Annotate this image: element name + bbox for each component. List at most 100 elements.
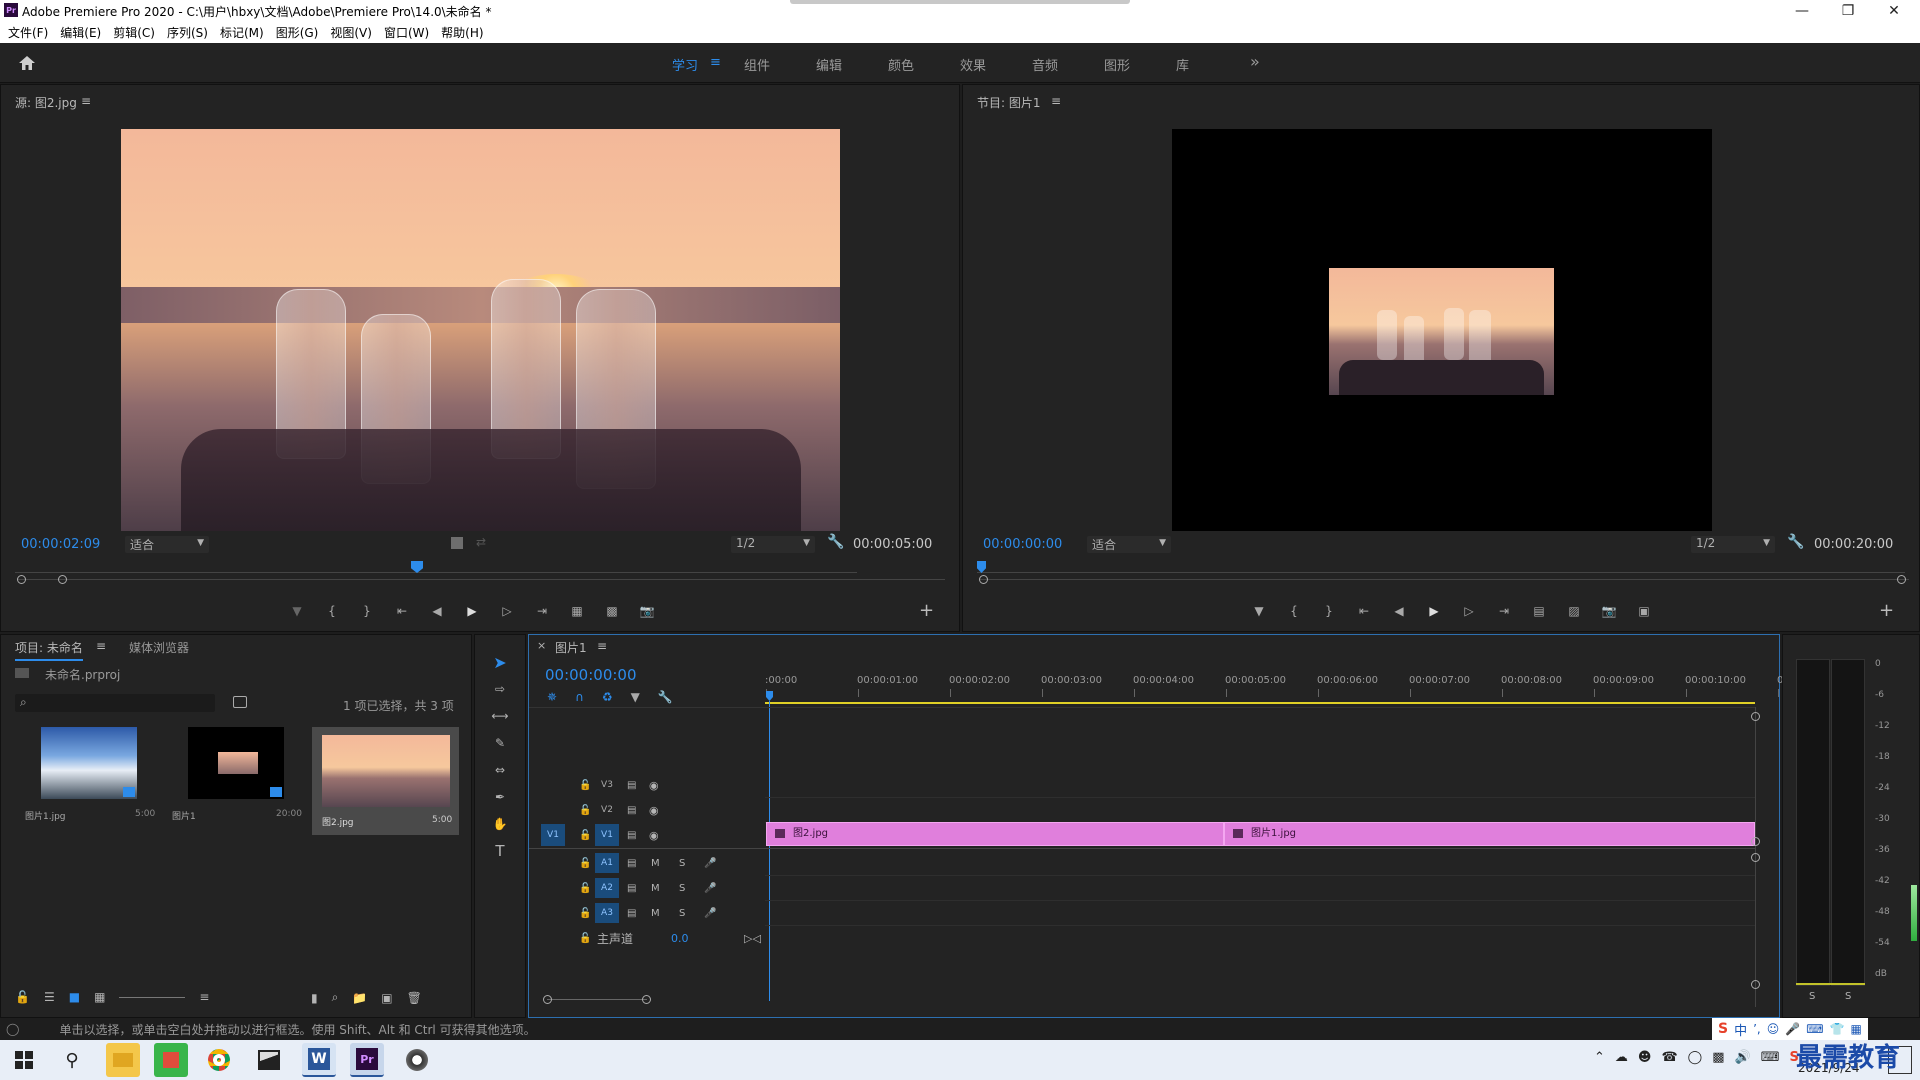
- source-resolution-dropdown[interactable]: 1/2 ▼: [731, 536, 815, 553]
- project-search-input[interactable]: [35, 695, 210, 711]
- selection-tool-icon[interactable]: ➤: [487, 651, 513, 673]
- timeline-clip[interactable]: 图2.jpg: [766, 822, 1224, 846]
- workspace-editing[interactable]: 编辑: [816, 55, 842, 74]
- lock-icon[interactable]: 🔓: [579, 883, 591, 894]
- network-icon[interactable]: ▩: [1712, 1050, 1724, 1065]
- track-select-tool-icon[interactable]: ⇨: [487, 678, 513, 700]
- horizontal-scrollbar[interactable]: [547, 999, 647, 1000]
- track-target-a1[interactable]: A1: [595, 853, 619, 873]
- nest-icon[interactable]: ✵: [547, 690, 557, 704]
- zoom-handle-left[interactable]: [979, 575, 988, 584]
- panel-menu-icon[interactable]: ≡: [96, 639, 106, 653]
- menu-view[interactable]: 视图(V): [330, 24, 372, 41]
- premiere-taskbar-icon[interactable]: Pr: [350, 1043, 384, 1077]
- program-fit-dropdown[interactable]: 适合 ▼: [1087, 536, 1171, 553]
- timeline-ruler[interactable]: :00:00 00:00:01:00 00:00:02:00 00:00:03:00 0…: [765, 671, 1790, 699]
- track-target-a2[interactable]: A2: [595, 878, 619, 898]
- qq-icon[interactable]: ☻: [1638, 1050, 1652, 1065]
- ripple-edit-tool-icon[interactable]: ⟷: [487, 705, 513, 727]
- scroll-handle[interactable]: [642, 995, 651, 1004]
- workspace-assembly[interactable]: 组件: [744, 55, 770, 74]
- windows-start-icon[interactable]: [10, 1046, 38, 1074]
- sync-lock-icon[interactable]: ▤: [627, 858, 636, 869]
- overwrite-icon[interactable]: ▩: [601, 600, 623, 622]
- track-target-a3[interactable]: A3: [595, 903, 619, 923]
- workspace-overflow-icon[interactable]: »: [1250, 52, 1260, 71]
- add-marker-icon[interactable]: ▼: [631, 690, 640, 704]
- zoom-handle-right[interactable]: [1897, 575, 1906, 584]
- button-editor-plus-icon[interactable]: +: [919, 600, 934, 621]
- keyboard-icon[interactable]: ⌨: [1806, 1022, 1823, 1036]
- sync-lock-icon[interactable]: ▤: [627, 830, 636, 841]
- wrench-icon[interactable]: 🔧: [1787, 534, 1804, 550]
- menu-edit[interactable]: 编辑(E): [60, 24, 101, 41]
- microphone-icon[interactable]: 🎤: [704, 908, 716, 919]
- new-search-bin-icon[interactable]: [233, 696, 247, 708]
- project-item-2[interactable]: 图片1 20:00: [164, 727, 306, 835]
- zoom-handle-left[interactable]: [17, 575, 26, 584]
- drag-video-icon[interactable]: ⇄: [476, 535, 486, 549]
- microphone-icon[interactable]: 🎤: [704, 858, 716, 869]
- razor-tool-icon[interactable]: ✎: [487, 732, 513, 754]
- close-tab-icon[interactable]: ×: [537, 639, 546, 652]
- program-zoom-bar[interactable]: [979, 579, 1909, 580]
- source-monitor-title[interactable]: 源: 图2.jpg: [15, 94, 77, 111]
- solo-left[interactable]: S: [1809, 991, 1815, 1002]
- track-target-v2[interactable]: V2: [599, 802, 615, 818]
- pen-tool-icon[interactable]: ✒: [487, 786, 513, 808]
- step-forward-icon[interactable]: ▷: [496, 600, 518, 622]
- wechat-icon[interactable]: ☎: [1661, 1050, 1677, 1065]
- scroll-handle[interactable]: [543, 995, 552, 1004]
- program-current-timecode[interactable]: 00:00:00:00: [983, 537, 1062, 552]
- step-back-icon[interactable]: ◀: [426, 600, 448, 622]
- close-icon[interactable]: ✕: [1872, 0, 1916, 22]
- go-to-out-icon[interactable]: ⇥: [1493, 600, 1515, 622]
- menu-file[interactable]: 文件(F): [8, 24, 48, 41]
- type-tool-icon[interactable]: T: [487, 840, 513, 862]
- go-to-in-icon[interactable]: ⇤: [1353, 600, 1375, 622]
- workspace-graphics[interactable]: 图形: [1104, 55, 1130, 74]
- volume-icon[interactable]: 🔊: [1735, 1050, 1751, 1065]
- program-time-ruler[interactable]: [977, 559, 1905, 573]
- program-playhead[interactable]: [977, 561, 986, 573]
- source-time-ruler[interactable]: [15, 559, 857, 573]
- add-marker-icon[interactable]: ▼: [286, 600, 308, 622]
- program-monitor-title[interactable]: 节目: 图片1: [977, 94, 1041, 111]
- compare-view-icon[interactable]: ▣: [1633, 600, 1655, 622]
- tab-media-browser[interactable]: 媒体浏览器: [129, 639, 189, 656]
- go-to-end-icon[interactable]: ▷◁: [744, 932, 761, 945]
- project-search-box[interactable]: ⌕: [15, 694, 215, 712]
- source-zoom-bar[interactable]: [17, 579, 945, 580]
- track-target-v3[interactable]: V3: [599, 777, 615, 793]
- scroll-handle[interactable]: [1751, 980, 1760, 989]
- timeline-timecode[interactable]: 00:00:00:00: [545, 666, 637, 684]
- insert-icon[interactable]: ▦: [566, 600, 588, 622]
- menu-clip[interactable]: 剪辑(C): [113, 24, 155, 41]
- button-editor-plus-icon[interactable]: +: [1879, 600, 1894, 621]
- automate-sequence-icon[interactable]: ▮: [311, 991, 318, 1005]
- solo-right[interactable]: S: [1845, 991, 1851, 1002]
- menu-graphics[interactable]: 图形(G): [276, 24, 319, 41]
- grid-icon[interactable]: ▦: [1851, 1022, 1862, 1036]
- lock-icon[interactable]: 🔓: [579, 780, 591, 791]
- security-icon[interactable]: ◯: [1688, 1050, 1703, 1065]
- solo-button[interactable]: S: [679, 883, 685, 894]
- workspace-audio[interactable]: 音频: [1032, 55, 1058, 74]
- solo-button[interactable]: S: [679, 858, 685, 869]
- lock-icon[interactable]: 🔓: [15, 990, 30, 1004]
- extract-icon[interactable]: ▨: [1563, 600, 1585, 622]
- workspace-color[interactable]: 颜色: [888, 55, 914, 74]
- solo-button[interactable]: S: [679, 908, 685, 919]
- sync-lock-icon[interactable]: ▤: [627, 780, 636, 791]
- emoji-icon[interactable]: ☺: [1767, 1022, 1780, 1036]
- mute-button[interactable]: M: [651, 858, 660, 869]
- freeform-view-icon[interactable]: ▦: [94, 990, 105, 1004]
- project-item-3-selected[interactable]: 图2.jpg 5:00: [312, 727, 459, 835]
- mark-in-icon[interactable]: {: [1283, 600, 1305, 622]
- workspace-effects[interactable]: 效果: [960, 55, 986, 74]
- wrench-icon[interactable]: 🔧: [658, 690, 673, 704]
- mic-icon[interactable]: 🎤: [1785, 1022, 1800, 1036]
- lock-icon[interactable]: 🔓: [579, 858, 591, 869]
- menu-sequence[interactable]: 序列(S): [167, 24, 208, 41]
- ime-chinese[interactable]: 中: [1734, 1020, 1747, 1039]
